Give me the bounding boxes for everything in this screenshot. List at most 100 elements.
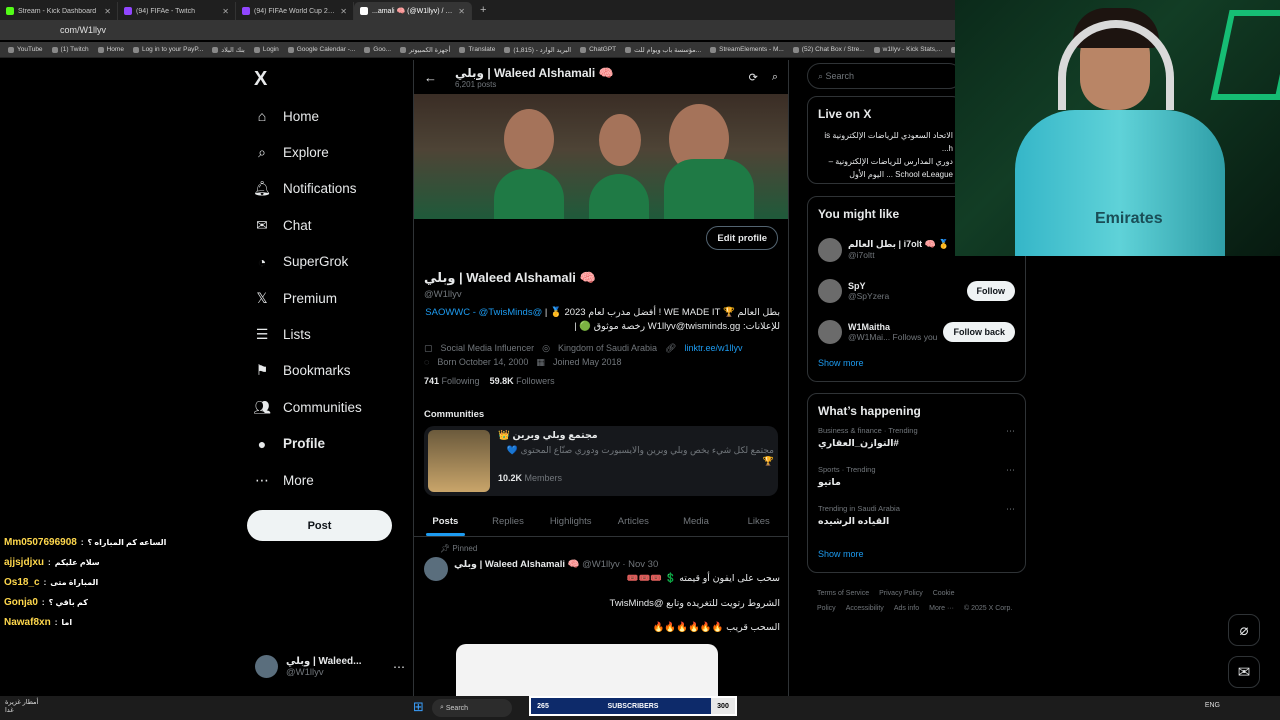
stream-chat: Mm0507696908: الساعه كم المباراه ؟ ajjsjdj… [4,532,244,632]
bookmark-item[interactable]: Login [253,46,279,53]
chat-text: سلام عليكم [54,557,100,567]
follow-button[interactable]: Follow [966,280,1015,301]
profile-link[interactable]: linktr.ee/w1llyv [684,343,742,353]
avatar [818,237,842,262]
bookmark-item[interactable]: مؤسسة باب ويوام للت... [625,46,701,54]
close-icon[interactable]: ✕ [104,7,111,16]
trend-category: Trending in Saudi Arabia [818,504,900,513]
language-indicator[interactable]: ENG [1205,702,1220,709]
sidebar-item-premium[interactable]: 𝕏 Premium [254,280,404,316]
edit-profile-button[interactable]: Edit profile [706,226,778,250]
tab-media[interactable]: Media [665,507,728,536]
bookmark-item[interactable]: أجهزة الكمبيوتر [400,46,450,54]
sidebar-item-explore[interactable]: ⌕ Explore [254,134,404,170]
following-link[interactable]: 741 Following [424,376,480,386]
browser-tab-x[interactable]: ...amali 🧠 (@W1llyv) / X | وبلي✕ [354,2,472,20]
tab-highlights[interactable]: Highlights [539,507,602,536]
new-tab-button[interactable]: + [472,4,494,16]
tab-posts[interactable]: Posts [414,507,477,536]
followers-link[interactable]: 59.8K Followers [490,376,555,386]
bookmark-item[interactable]: ChatGPT [580,46,616,53]
sidebar-item-communities[interactable]: 👥︎ Communities [253,389,404,425]
bookmark-item[interactable]: البريد الوارد - (1,815) [504,46,571,54]
messages-icon[interactable]: ✉ [1228,656,1260,688]
bookmark-item[interactable]: Log in to your PayP... [132,46,203,53]
bookmark-item[interactable]: بنك البلاد [212,46,245,54]
briefcase-icon: ▢ [424,343,433,353]
bookmark-item[interactable]: (52) Chat Box / Stre... [792,46,865,53]
search-icon[interactable]: ⌕ [772,71,778,84]
sidebar-item-bookmarks[interactable]: ⚑ Bookmarks [254,353,404,389]
tab-likes[interactable]: Likes [727,507,788,536]
sidebar-item-lists[interactable]: ☰ Lists [254,316,404,352]
sidebar-item-label: SuperGrok [283,254,349,270]
footer-link[interactable]: Terms of Service [817,590,869,597]
community-card[interactable]: مجتمع وبلي وبرين 👑 مجتمع لكل شيء يخص وبل… [424,426,778,496]
windows-start-icon[interactable]: ⊞ [413,700,427,714]
search-input[interactable]: ⌕ Search [807,63,962,89]
bookmark-item[interactable]: Google Calendar -... [287,46,355,53]
bio-mentions[interactable]: @SAOWWC - @TwisMinds [425,307,542,318]
close-icon[interactable]: ✕ [340,7,347,16]
more-icon[interactable]: ⋯ [1006,426,1015,437]
bookmark-item[interactable]: StreamElements - M... [710,46,784,53]
trend-title: #التوازن_العقاري [818,438,899,449]
more-icon[interactable]: ⋯ [1006,465,1015,476]
sidebar-item-chat[interactable]: ✉ Chat [254,207,404,243]
grok-icon[interactable]: ⌀ [1228,614,1260,646]
trend-item[interactable]: Business & finance · Trending #التوازن_ال… [808,426,1025,465]
footer-link[interactable]: Ads info [894,605,919,612]
follow-suggestion[interactable]: W1Maitha @W1Mai... Follows you Follow back [808,311,1025,352]
sidebar-item-profile[interactable]: ● Profile [254,426,404,462]
show-more-link[interactable]: Show more [808,352,1025,374]
trend-item[interactable]: Trending in Saudi Arabia القياده الرشيده ⋯ [808,504,1025,543]
bookmark-item[interactable]: Home [97,46,124,53]
bookmark-item[interactable]: Goo... [364,46,391,53]
bookmark-item[interactable]: YouTube [8,46,43,53]
browser-tab-twitch-2[interactable]: (94) FIFAe World Cup 25™ ft. R✕ [236,2,354,20]
browser-tab-twitch[interactable]: (94) FIFAe - Twitch ✕ [118,2,236,20]
browser-tab-kick[interactable]: Stream - Kick Dashboard ✕ [0,2,118,20]
bookmark-item[interactable]: (1) Twitch [51,46,89,53]
subscriber-goal-bar: 265 SUBSCRIBERS 300 [529,696,737,716]
close-icon[interactable]: ✕ [458,7,465,16]
sidebar-item-more[interactable]: ⋯ More [254,462,404,498]
close-icon[interactable]: ✕ [222,7,229,16]
bookmark-icon [212,46,219,53]
follow-suggestion[interactable]: SpY @SpYzera Follow [808,270,1025,311]
tweet-header: وبلي | Waleed Alshamali 🧠 @W1llyv · Nov … [454,559,659,570]
more-icon[interactable]: ⋯ [393,660,405,674]
trend-item[interactable]: Sports · Trending ماتيو ⋯ [808,465,1025,504]
back-arrow-icon[interactable]: ← [424,70,437,85]
avatar[interactable] [424,557,448,581]
sidebar-item-supergrok[interactable]: ◔ SuperGrok [254,244,404,280]
more-icon[interactable]: ⋯ [1006,504,1015,515]
bookmark-item[interactable]: w1llyv - Kick Stats,... [873,46,942,53]
footer-link[interactable]: Accessibility [846,605,884,612]
bookmark-item[interactable]: Translate [459,46,495,53]
x-logo[interactable]: X [254,68,267,91]
bookmark-icon [625,46,632,53]
footer-link[interactable]: Privacy Policy [879,590,923,597]
sidebar-item-notifications[interactable]: 🔔︎ Notifications [253,171,404,207]
sidebar-item-label: Communities [283,399,362,415]
refresh-icon[interactable]: ⟳ [749,71,758,84]
live-text[interactable]: دوري المدارس للرياضات الإلكترونية – Scho… [808,155,961,181]
weather-widget[interactable]: أمطار غزيرة غدا [5,698,38,714]
sidebar-item-label: Chat [283,217,312,233]
account-switcher[interactable]: وبلي | Waleed... @W1llyv ⋯ [255,655,405,678]
footer-link[interactable]: More ··· [929,605,954,612]
tab-replies[interactable]: Replies [477,507,540,536]
sidebar-item-home[interactable]: ⌂ Home [254,98,404,134]
live-host[interactable]: الاتحاد السعودي للرياضات الإلكترونية is … [808,129,961,155]
taskbar-search[interactable]: ⌕ Search [432,699,512,717]
show-more-link[interactable]: Show more [808,543,1025,565]
follow-button[interactable]: Follow back [943,321,1015,342]
post-button[interactable]: Post [247,510,392,541]
footer-link[interactable]: © 2025 X Corp. [964,605,1012,612]
live-card: Live on X الاتحاد السعودي للرياضات الإلك… [807,96,962,184]
chat-separator: : [41,597,45,607]
chat-text: كم باقي ؟ [48,597,88,607]
tab-articles[interactable]: Articles [602,507,665,536]
more-icon: ⋯ [255,471,269,488]
